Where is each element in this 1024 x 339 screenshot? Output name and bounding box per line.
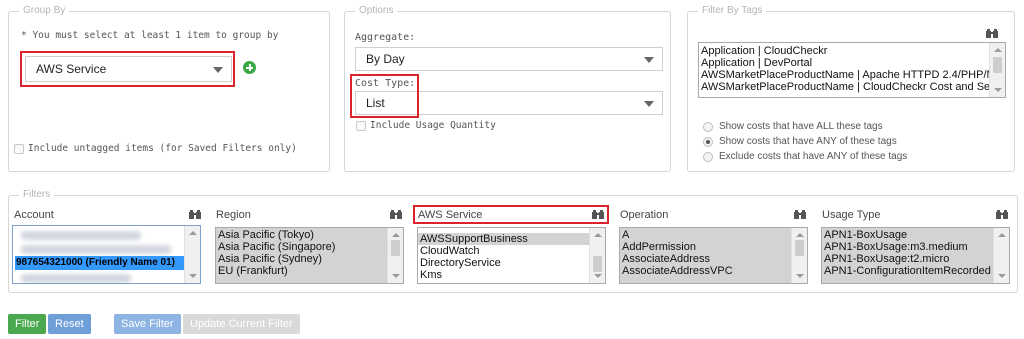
account-title: Account (14, 209, 54, 221)
list-item[interactable]: A (620, 229, 807, 241)
reset-button[interactable]: Reset (48, 314, 91, 334)
cost-type-highlight (350, 74, 419, 118)
list-item[interactable]: APN1-ConfigurationItemRecorded (822, 265, 1009, 277)
account-selected-item[interactable]: 987654321000 (Friendly Name 01) (15, 256, 184, 270)
radio-all-label: Show costs that have ALL these tags (719, 121, 883, 132)
list-item[interactable]: DirectoryService (418, 257, 605, 269)
radio-exclude-tags[interactable] (703, 152, 713, 162)
list-item[interactable]: Asia Pacific (Tokyo) (216, 229, 403, 241)
group-by-legend: Group By (19, 5, 70, 16)
list-item[interactable]: AssociateAddressVPC (620, 265, 807, 277)
radio-any-tags[interactable] (703, 137, 713, 147)
binoculars-icon[interactable] (794, 210, 806, 219)
list-item[interactable]: AWSMarketPlaceProductName | Apache HTTPD… (699, 69, 1005, 81)
operation-scrollbar[interactable] (791, 228, 807, 283)
usage-type-title: Usage Type (822, 209, 881, 221)
list-item[interactable]: APN1-BoxUsage:m3.medium (822, 241, 1009, 253)
list-item[interactable]: EU (Frankfurt) (216, 265, 403, 277)
untagged-label: Include untagged items (for Saved Filter… (28, 143, 297, 154)
usage-qty-label: Include Usage Quantity (370, 120, 496, 131)
operation-listbox[interactable]: A AddPermission AssociateAddress Associa… (619, 227, 808, 284)
filter-by-tags-legend: Filter By Tags (698, 5, 767, 16)
redacted-account (21, 274, 131, 283)
group-by-highlight (20, 51, 235, 87)
binoculars-icon[interactable] (996, 210, 1008, 219)
filter-button[interactable]: Filter (8, 314, 47, 334)
list-item[interactable]: APN1-BoxUsage:t2.micro (822, 253, 1009, 265)
account-listbox[interactable]: 987654321000 (Friendly Name 01) (12, 225, 201, 284)
chevron-down-icon (644, 101, 654, 107)
aws-service-scrollbar[interactable] (589, 228, 605, 283)
list-item[interactable]: AWSMarketPlaceProductName | CloudCheckr … (699, 81, 1005, 93)
binoculars-icon[interactable] (986, 29, 998, 38)
redacted-account (21, 245, 171, 254)
aws-service-listbox[interactable]: AWSSupportBusiness CloudWatch DirectoryS… (417, 227, 606, 284)
tags-scrollbar[interactable] (989, 43, 1005, 97)
account-selected-label: 987654321000 (Friendly Name 01) (16, 257, 175, 268)
binoculars-icon[interactable] (189, 210, 201, 219)
aws-service-highlight (413, 205, 609, 224)
list-item[interactable]: Application | DevPortal (699, 57, 1005, 69)
options-legend: Options (355, 5, 398, 16)
radio-exclude-label: Exclude costs that have ANY of these tag… (719, 151, 908, 162)
group-by-hint: * You must select at least 1 item to gro… (21, 30, 279, 41)
aggregate-label: Aggregate: (355, 32, 416, 43)
list-item[interactable]: AddPermission (620, 241, 807, 253)
redacted-account (21, 231, 141, 240)
list-item[interactable]: Kms (418, 269, 605, 281)
binoculars-icon[interactable] (390, 210, 402, 219)
region-title: Region (216, 209, 251, 221)
region-listbox[interactable]: Asia Pacific (Tokyo) Asia Pacific (Singa… (215, 227, 404, 284)
operation-title: Operation (620, 209, 669, 221)
radio-any-label: Show costs that have ANY of these tags (719, 136, 897, 147)
list-item[interactable]: AWSSupportBusiness (418, 233, 589, 245)
list-item[interactable]: APN1-BoxUsage (822, 229, 1009, 241)
filters-legend: Filters (19, 189, 55, 200)
account-scrollbar[interactable] (184, 226, 200, 283)
add-group-icon[interactable] (243, 61, 256, 74)
aggregate-value: By Day (366, 52, 405, 66)
update-filter-button: Update Current Filter (183, 314, 300, 334)
tags-listbox[interactable]: Application | CloudCheckr Application | … (698, 42, 1006, 98)
list-item[interactable]: Asia Pacific (Sydney) (216, 253, 403, 265)
save-filter-button[interactable]: Save Filter (114, 314, 181, 334)
aggregate-select[interactable]: By Day (355, 47, 663, 71)
list-item[interactable]: Asia Pacific (Singapore) (216, 241, 403, 253)
list-item[interactable]: AssociateAddress (620, 253, 807, 265)
region-scrollbar[interactable] (387, 228, 403, 283)
list-item[interactable]: Application | CloudCheckr (699, 45, 1005, 57)
untagged-checkbox[interactable] (14, 144, 24, 154)
list-item[interactable]: CloudWatch (418, 245, 605, 257)
chevron-down-icon (644, 57, 654, 63)
usage-type-scrollbar[interactable] (993, 228, 1009, 283)
usage-qty-checkbox[interactable] (356, 121, 366, 131)
usage-type-listbox[interactable]: APN1-BoxUsage APN1-BoxUsage:m3.medium AP… (821, 227, 1010, 284)
radio-all-tags[interactable] (703, 122, 713, 132)
